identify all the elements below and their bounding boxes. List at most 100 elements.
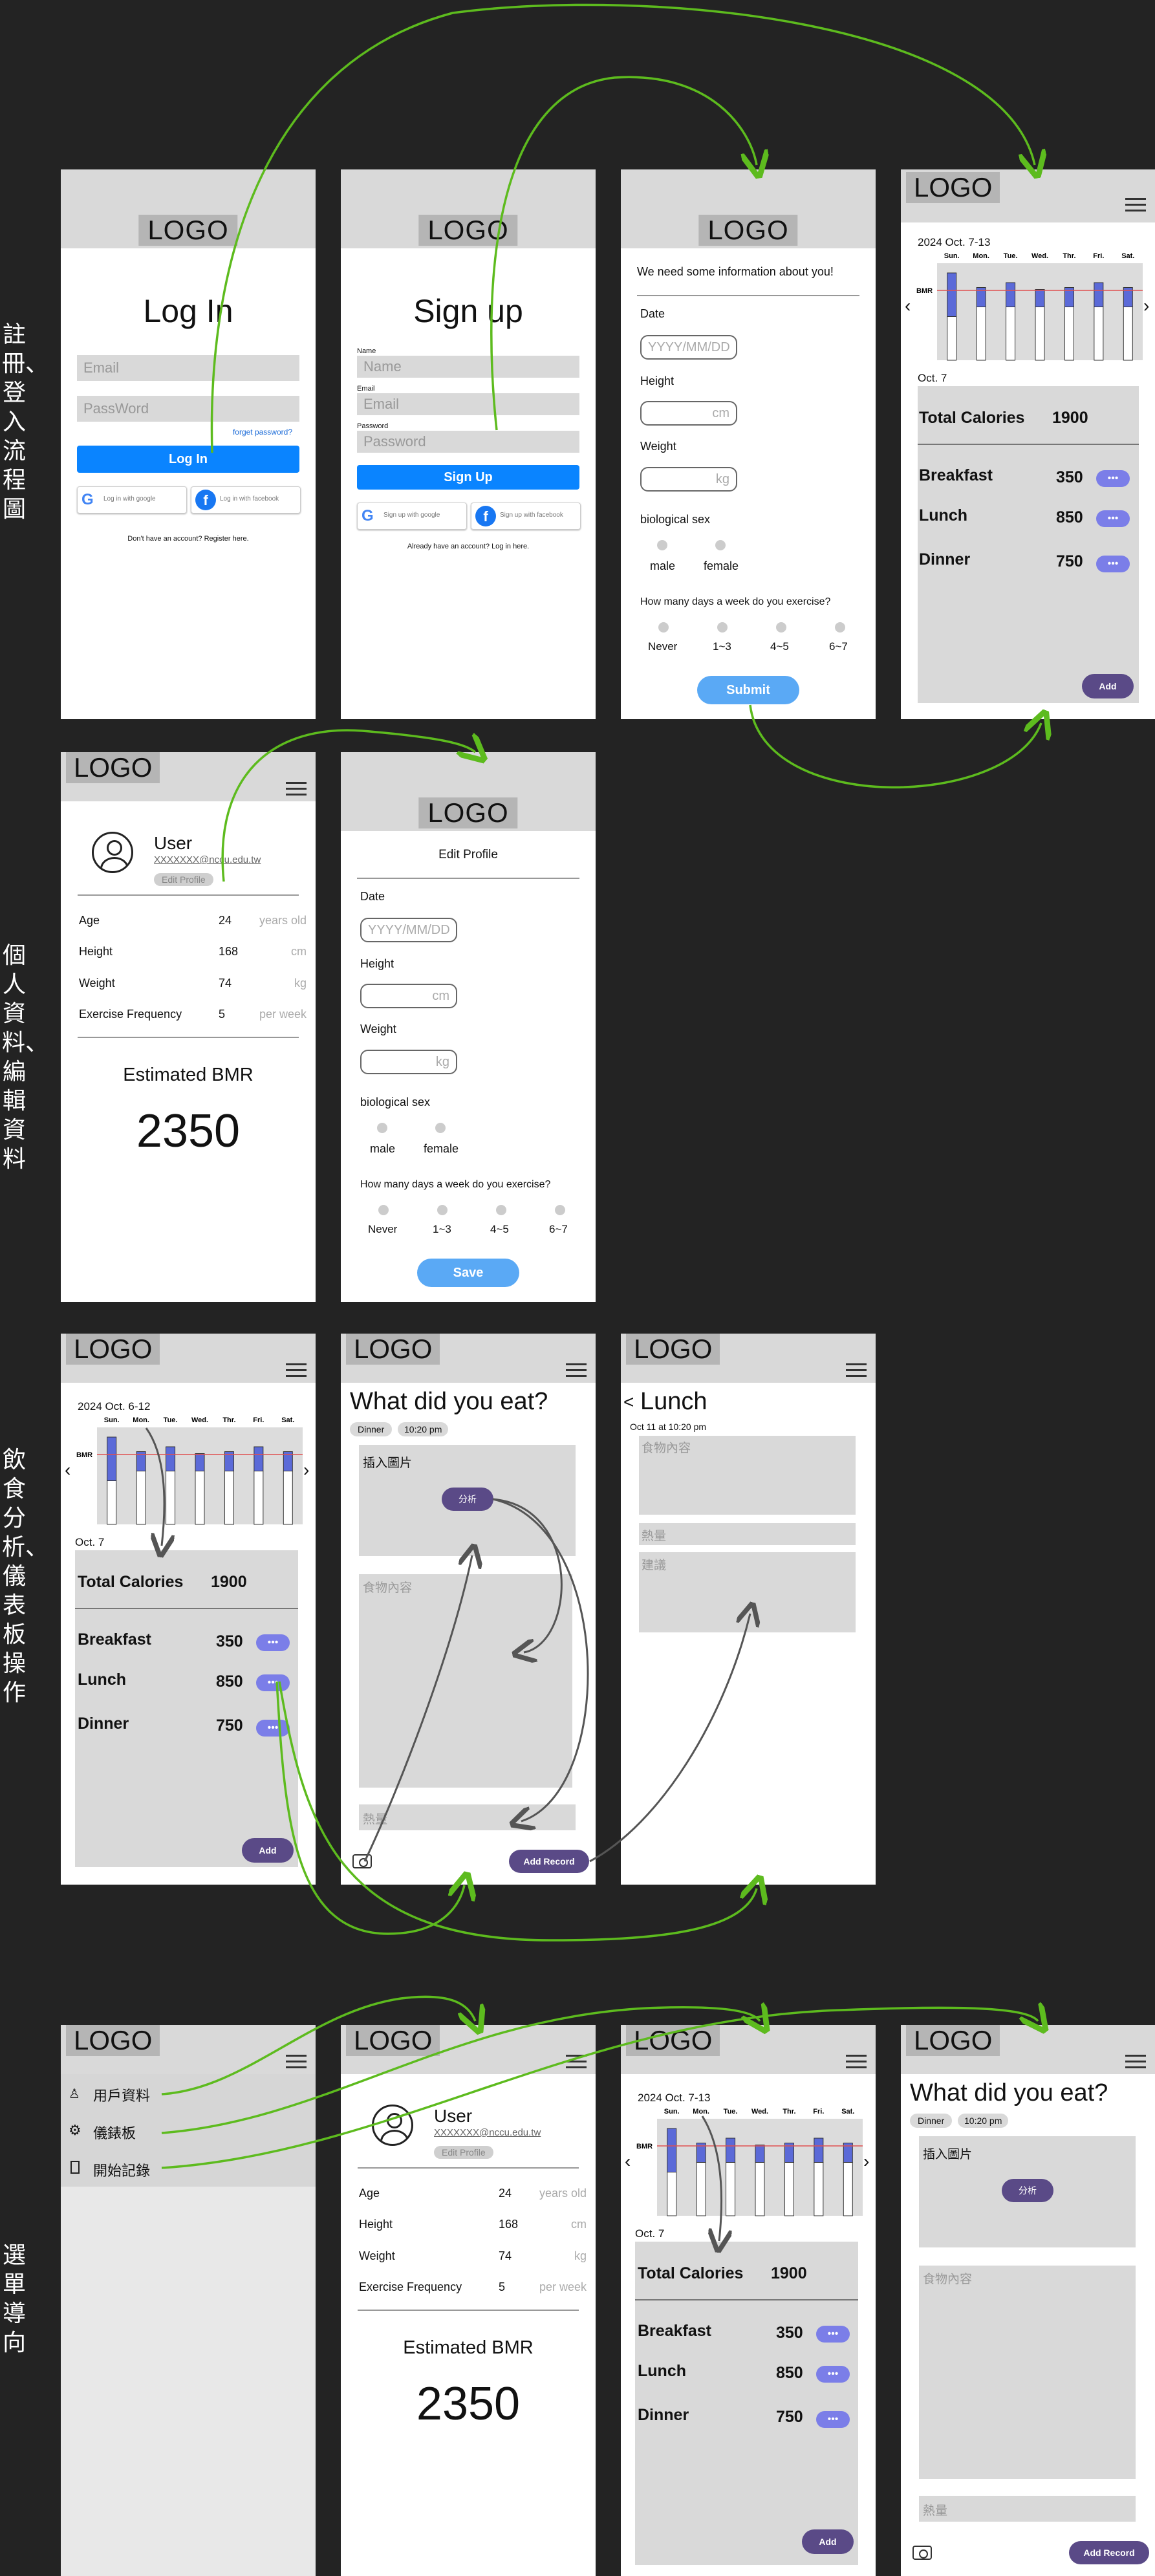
prev-week-arrow[interactable]: ‹	[65, 1460, 70, 1480]
meal-more-button[interactable]: •••	[816, 2366, 850, 2383]
facebook-signup-label: Sign up with facebook	[500, 512, 563, 519]
image-upload-label: 插入圖片	[923, 2148, 973, 2161]
female-radio[interactable]	[435, 1123, 446, 1133]
add-button[interactable]: Add	[802, 2529, 854, 2554]
meal-more-button[interactable]: •••	[816, 2326, 850, 2343]
date-input[interactable]: YYYY/MM/DD	[360, 918, 457, 942]
exercise-option-radio[interactable]	[658, 622, 669, 633]
add-button[interactable]: Add	[242, 1838, 294, 1863]
hamburger-menu-icon[interactable]	[566, 1363, 587, 1378]
calorie-field[interactable]	[359, 1804, 576, 1830]
analyze-button[interactable]: 分析	[1002, 2179, 1053, 2202]
height-input[interactable]: cm	[640, 401, 737, 426]
menu-item-record[interactable]: 開始記錄	[61, 2149, 316, 2187]
meal-more-button[interactable]: •••	[816, 2411, 850, 2428]
add-record-button[interactable]: Add Record	[1069, 2541, 1149, 2564]
google-login-button[interactable]: G Log in with google	[77, 486, 187, 514]
section-label-signup: 註冊、登入流程圖	[2, 321, 49, 523]
hamburger-menu-icon[interactable]	[846, 1363, 867, 1378]
weight-input[interactable]: kg	[360, 1050, 457, 1074]
meal-more-button[interactable]: •••	[1096, 510, 1130, 527]
chart-bar-base	[254, 1471, 264, 1525]
register-link[interactable]: Don't have an account? Register here.	[61, 535, 316, 543]
male-label: male	[370, 1142, 396, 1155]
chart-bar-base	[195, 1471, 205, 1525]
exercise-option-radio[interactable]	[835, 622, 845, 633]
meal-tag[interactable]: Dinner	[910, 2114, 953, 2128]
time-tag[interactable]: 10:20 pm	[958, 2114, 1009, 2128]
time-tag[interactable]: 10:20 pm	[398, 1422, 449, 1436]
dashboard-screen: LOGO 2024 Oct. 6-12 Sun. Mon. Tue. Wed. Thr.…	[61, 1334, 316, 1885]
email-field[interactable]: Email	[77, 355, 299, 381]
meal-more-button[interactable]: •••	[256, 1720, 290, 1737]
forgot-password-link[interactable]: forget password?	[233, 428, 292, 437]
analyze-button[interactable]: 分析	[442, 1488, 493, 1511]
save-button[interactable]: Save	[417, 1259, 519, 1287]
add-record-button[interactable]: Add Record	[509, 1850, 589, 1873]
menu-item-profile[interactable]: ♙ 用戶資料	[61, 2074, 316, 2112]
password-field[interactable]: Password	[357, 431, 579, 453]
food-content-field[interactable]	[919, 2266, 1136, 2479]
exercise-option-radio[interactable]	[776, 622, 786, 633]
password-field[interactable]: PassWord	[77, 396, 299, 422]
exercise-option-radio[interactable]	[378, 1205, 389, 1215]
logo: LOGO	[138, 215, 238, 246]
prev-week-arrow[interactable]: ‹	[625, 2151, 631, 2172]
total-calories-value: 1900	[211, 1573, 247, 1591]
sex-label: biological sex	[360, 1096, 431, 1109]
female-radio[interactable]	[715, 540, 726, 550]
divider	[637, 295, 859, 296]
food-content-field[interactable]	[359, 1574, 572, 1788]
edit-profile-button[interactable]: Edit Profile	[154, 873, 213, 886]
male-radio[interactable]	[377, 1123, 387, 1133]
facebook-signup-button[interactable]: f Sign up with facebook	[471, 503, 581, 530]
hamburger-menu-icon[interactable]	[1125, 2055, 1146, 2069]
profile-row-unit: per week	[259, 1008, 307, 1021]
height-input[interactable]: cm	[360, 984, 457, 1008]
login-button[interactable]: Log In	[77, 446, 299, 473]
menu-item-dashboard[interactable]: ⚙ 儀錶板	[61, 2112, 316, 2149]
hamburger-menu-icon[interactable]	[846, 2055, 867, 2069]
profile-screen: LOGO User XXXXXXX@nccu.edu.tw Edit Profi…	[341, 2025, 596, 2576]
next-week-arrow[interactable]: ›	[863, 2151, 869, 2172]
next-week-arrow[interactable]: ›	[1143, 296, 1149, 316]
weight-input[interactable]: kg	[640, 467, 737, 492]
hamburger-menu-icon[interactable]	[286, 2055, 307, 2069]
submit-button[interactable]: Submit	[697, 676, 799, 704]
hamburger-menu-icon[interactable]	[286, 1363, 307, 1378]
meal-more-button[interactable]: •••	[1096, 556, 1130, 572]
exercise-option-radio[interactable]	[717, 622, 728, 633]
logo: LOGO	[346, 2025, 440, 2056]
male-radio[interactable]	[657, 540, 667, 550]
add-button[interactable]: Add	[1082, 674, 1134, 698]
exercise-option-radio[interactable]	[437, 1205, 448, 1215]
meal-more-button[interactable]: •••	[256, 1634, 290, 1651]
meal-tag[interactable]: Dinner	[350, 1422, 393, 1436]
hamburger-menu-icon[interactable]	[566, 2055, 587, 2069]
meal-name: Dinner	[78, 1715, 129, 1733]
name-field[interactable]: Name	[357, 356, 579, 378]
edit-profile-button[interactable]: Edit Profile	[434, 2146, 493, 2159]
next-week-arrow[interactable]: ›	[303, 1460, 309, 1480]
hamburger-menu-icon[interactable]	[1125, 198, 1146, 212]
exercise-option-radio[interactable]	[496, 1205, 506, 1215]
camera-icon[interactable]	[912, 2546, 932, 2560]
meal-more-button[interactable]: •••	[256, 1674, 290, 1691]
camera-icon[interactable]	[352, 1854, 372, 1868]
signup-button[interactable]: Sign Up	[357, 465, 579, 490]
login-link[interactable]: Already have an account? Log in here.	[341, 543, 596, 550]
chart-bar-base	[814, 2162, 824, 2216]
facebook-login-button[interactable]: f Log in with facebook	[191, 486, 301, 514]
calorie-field[interactable]	[919, 2496, 1136, 2522]
meal-more-button[interactable]: •••	[1096, 470, 1130, 487]
day-summary-panel	[75, 1550, 298, 1867]
hamburger-menu-icon[interactable]	[286, 782, 307, 796]
weekly-chart-svg: Sun. Mon. Tue. Wed. Thr. Fri. Sat. BMR	[636, 2108, 863, 2216]
google-signup-button[interactable]: G Sign up with google	[357, 503, 467, 530]
date-input[interactable]: YYYY/MM/DD	[640, 335, 737, 360]
email-field[interactable]: Email	[357, 393, 579, 415]
exercise-option-radio[interactable]	[555, 1205, 565, 1215]
back-button[interactable]: <	[623, 1392, 634, 1412]
prev-week-arrow[interactable]: ‹	[905, 296, 911, 316]
chart-bar-base	[1006, 307, 1016, 361]
